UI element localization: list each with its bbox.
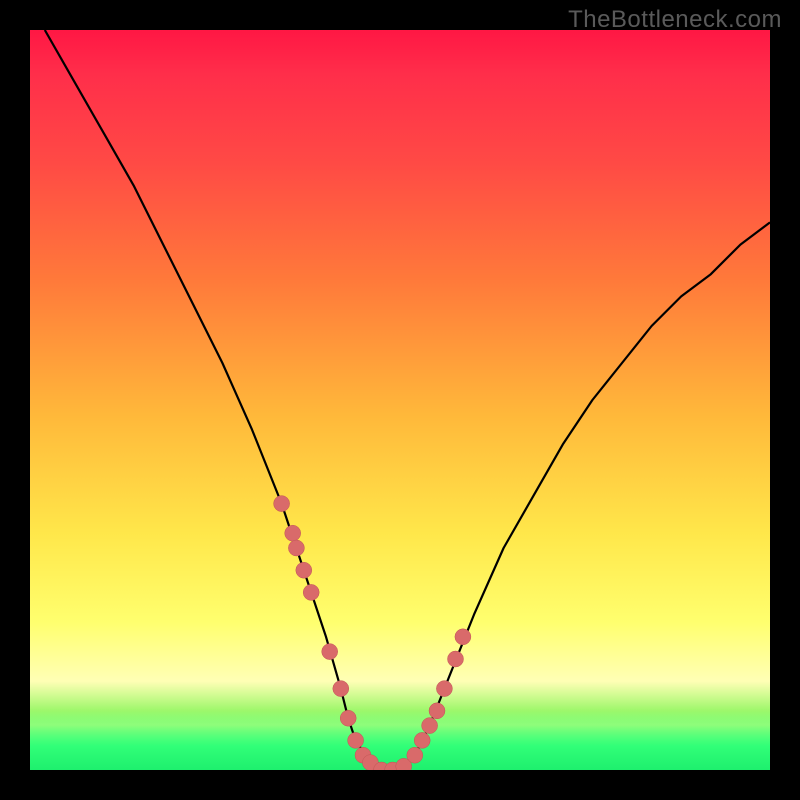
marker-dot <box>429 703 445 719</box>
marker-dot <box>285 525 301 541</box>
marker-dot <box>455 629 471 645</box>
marker-dot <box>303 584 319 600</box>
chart-plot-area <box>30 30 770 770</box>
bottleneck-curve-svg <box>30 30 770 770</box>
marker-dot <box>436 681 452 697</box>
marker-dot <box>340 710 356 726</box>
marker-dot <box>414 732 430 748</box>
marker-dot <box>407 747 423 763</box>
marker-dot <box>333 681 349 697</box>
bottleneck-markers <box>274 496 471 770</box>
marker-dot <box>274 496 290 512</box>
marker-dot <box>422 718 438 734</box>
chart-frame: TheBottleneck.com <box>0 0 800 800</box>
marker-dot <box>296 562 312 578</box>
marker-dot <box>288 540 304 556</box>
marker-dot <box>322 644 338 660</box>
bottleneck-curve <box>45 30 770 770</box>
marker-dot <box>448 651 464 667</box>
marker-dot <box>348 732 364 748</box>
